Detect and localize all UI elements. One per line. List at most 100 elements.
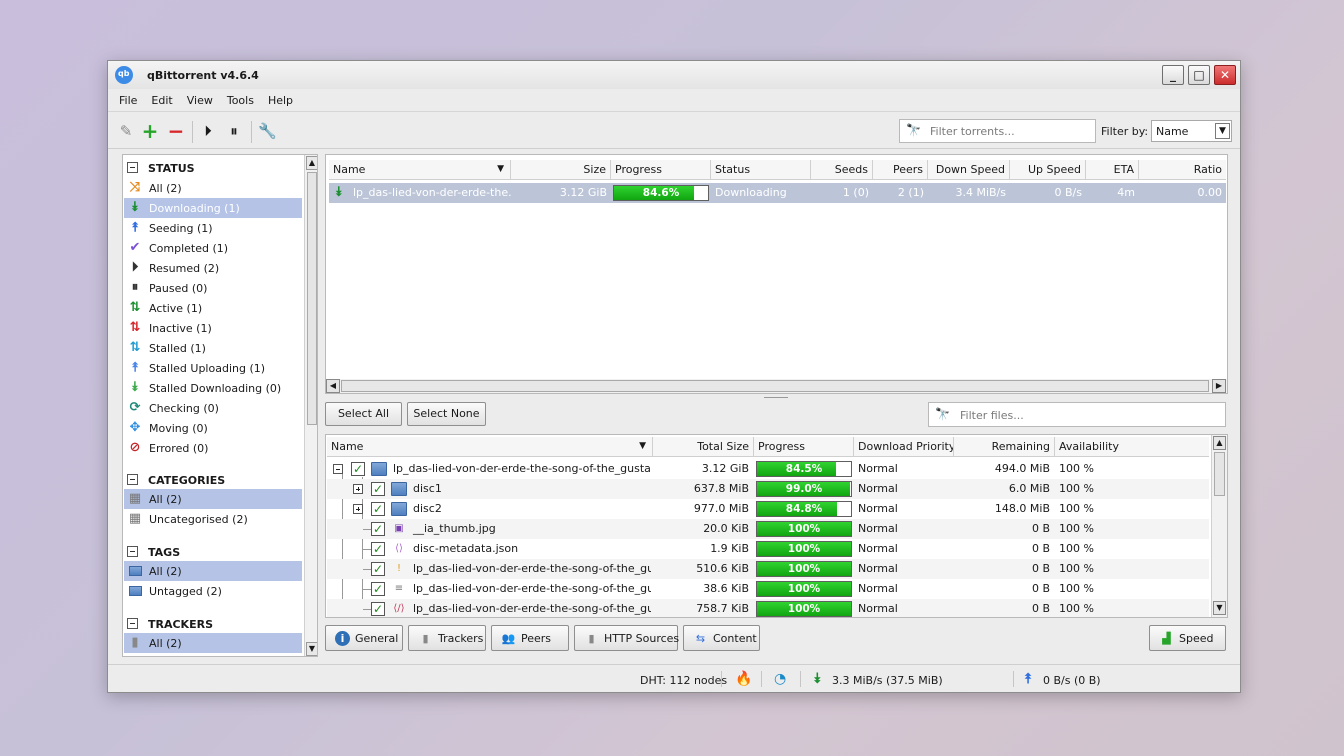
file-tree-row[interactable]: ✓ ⟨⟩ disc-metadata.json 1.9 KiB 100% Normal 0 … <box>327 539 1209 559</box>
scroll-up-icon[interactable]: ▲ <box>306 156 317 170</box>
filter-by-select[interactable]: Name ▼ <box>1151 120 1232 142</box>
select-all-button[interactable]: Select All <box>325 402 402 426</box>
sidebar-status-item[interactable]: ⏸ Paused (0) <box>124 278 302 298</box>
column-header-progress[interactable]: Progress <box>611 160 711 180</box>
file-priority[interactable]: Normal <box>855 599 953 617</box>
column-header-down-speed[interactable]: Down Speed <box>928 160 1010 180</box>
tab-content[interactable]: ⇆ Content <box>683 625 760 651</box>
tab-peers[interactable]: 👥 Peers <box>491 625 569 651</box>
scroll-up-icon[interactable]: ▲ <box>1213 436 1226 450</box>
file-priority[interactable]: Normal <box>855 499 953 519</box>
menu-edit[interactable]: Edit <box>151 94 172 107</box>
column-header-size[interactable]: Size <box>511 160 611 180</box>
tracker-item-all[interactable]: ▮ All (2) <box>124 633 302 653</box>
tab-trackers[interactable]: ▮ Trackers <box>408 625 486 651</box>
options-wrench-icon[interactable]: 🔧 <box>258 122 277 140</box>
resume-icon[interactable]: ⏵ <box>199 122 217 140</box>
minimize-button[interactable]: _ <box>1162 65 1184 85</box>
menu-file[interactable]: File <box>119 94 137 107</box>
categories-section-header[interactable]: CATEGORIES <box>123 470 303 490</box>
remove-torrent-icon[interactable]: − <box>167 121 185 141</box>
scroll-left-icon[interactable]: ◀ <box>326 379 340 393</box>
column-header-remaining[interactable]: Remaining <box>954 437 1055 457</box>
sidebar-status-item[interactable]: ⏵ Resumed (2) <box>124 258 302 278</box>
sidebar-status-item[interactable]: ✔ Completed (1) <box>124 238 302 258</box>
column-header-priority[interactable]: Download Priority <box>854 437 954 457</box>
file-checkbox[interactable]: ✓ <box>371 522 385 536</box>
file-tree-row[interactable]: ✓ disc2 977.0 MiB 84.8% Normal 148.0 MiB 100 % <box>327 499 1209 519</box>
scroll-down-icon[interactable]: ▼ <box>1213 601 1226 615</box>
column-header-name[interactable]: Name ▼ <box>329 160 511 180</box>
scroll-down-icon[interactable]: ▼ <box>306 642 317 656</box>
torrent-filter-input[interactable]: 🔭 Filter torrents... <box>899 119 1096 143</box>
file-checkbox[interactable]: ✓ <box>371 542 385 556</box>
expand-icon[interactable] <box>353 484 363 494</box>
scrollbar-thumb[interactable] <box>307 172 317 425</box>
column-header-progress[interactable]: Progress <box>754 437 854 457</box>
file-priority[interactable]: Normal <box>855 519 953 539</box>
column-header-name[interactable]: Name ▼ <box>327 437 653 457</box>
add-link-icon[interactable]: ✎ <box>117 122 135 140</box>
column-header-availability[interactable]: Availability <box>1055 437 1209 457</box>
tag-item-all[interactable]: All (2) <box>124 561 302 581</box>
scrollbar-thumb[interactable] <box>1214 452 1225 496</box>
torrent-row[interactable]: ⯯ lp_das-lied-von-der-erde-the... 3.12 G… <box>329 183 1226 203</box>
sidebar-status-item[interactable]: ⇅ Stalled (1) <box>124 338 302 358</box>
column-header-eta[interactable]: ETA <box>1086 160 1139 180</box>
scroll-right-icon[interactable]: ▶ <box>1212 379 1226 393</box>
pane-splitter-handle[interactable] <box>764 397 788 399</box>
file-checkbox[interactable]: ✓ <box>371 562 385 576</box>
menu-tools[interactable]: Tools <box>227 94 254 107</box>
alt-speed-limits-icon[interactable]: ◔ <box>774 671 786 687</box>
collapse-icon[interactable] <box>333 464 343 474</box>
maximize-button[interactable]: □ <box>1188 65 1210 85</box>
sidebar-status-item[interactable]: ✥ Moving (0) <box>124 418 302 438</box>
title-bar[interactable]: qBittorrent v4.6.4 _ □ ✕ <box>108 61 1240 89</box>
tab-general[interactable]: i General <box>325 625 403 651</box>
file-tree-vscrollbar[interactable]: ▲ ▼ <box>1211 435 1227 617</box>
category-item-uncategorised[interactable]: ▦ Uncategorised (2) <box>124 509 302 529</box>
file-filter-input[interactable]: 🔭 Filter files... <box>928 402 1226 427</box>
menu-help[interactable]: Help <box>268 94 293 107</box>
file-priority[interactable]: Normal <box>855 479 953 499</box>
category-item-all[interactable]: ▦ All (2) <box>124 489 302 509</box>
tag-item-untagged[interactable]: Untagged (2) <box>124 581 302 601</box>
file-priority[interactable]: Normal <box>855 459 953 479</box>
file-priority[interactable]: Normal <box>855 539 953 559</box>
file-checkbox[interactable]: ✓ <box>371 502 385 516</box>
file-priority[interactable]: Normal <box>855 559 953 579</box>
sidebar-status-item[interactable]: ⤨ All (2) <box>124 178 302 198</box>
pause-icon[interactable]: ⏸ <box>225 122 243 140</box>
column-header-peers[interactable]: Peers <box>873 160 928 180</box>
file-tree-row[interactable]: ✓ lp_das-lied-von-der-erde-the-song-of-th… <box>327 459 1209 479</box>
sidebar-status-item[interactable]: ⊘ Errored (0) <box>124 438 302 458</box>
sidebar-status-item[interactable]: ⇅ Inactive (1) <box>124 318 302 338</box>
file-checkbox[interactable]: ✓ <box>371 582 385 596</box>
expand-icon[interactable] <box>353 504 363 514</box>
file-tree-row[interactable]: ✓ disc1 637.8 MiB 99.0% Normal 6.0 MiB 100 % <box>327 479 1209 499</box>
status-section-header[interactable]: STATUS <box>123 158 303 178</box>
menu-view[interactable]: View <box>187 94 213 107</box>
sidebar-status-item[interactable]: ⯭ Seeding (1) <box>124 218 302 238</box>
file-tree-row[interactable]: ✓ ▣ __ia_thumb.jpg 20.0 KiB 100% Normal 0 B 100… <box>327 519 1209 539</box>
sidebar-status-item[interactable]: ⯭ Stalled Uploading (1) <box>124 358 302 378</box>
tab-http-sources[interactable]: ▮ HTTP Sources <box>574 625 679 651</box>
column-header-status[interactable]: Status <box>711 160 811 180</box>
file-checkbox[interactable]: ✓ <box>371 482 385 496</box>
tab-speed[interactable]: ▟ Speed <box>1149 625 1226 651</box>
select-none-button[interactable]: Select None <box>407 402 486 426</box>
add-torrent-icon[interactable]: + <box>141 121 159 141</box>
column-header-up-speed[interactable]: Up Speed <box>1010 160 1086 180</box>
upload-speed[interactable]: 0 B/s (0 B) <box>1043 674 1101 687</box>
file-tree-row[interactable]: ✓ ⟨/⟩ lp_das-lied-von-der-erde-the-song-of… <box>327 599 1209 617</box>
file-checkbox[interactable]: ✓ <box>371 602 385 616</box>
file-tree-row[interactable]: ✓ ≡ lp_das-lied-von-der-erde-the-song-of-t… <box>327 579 1209 599</box>
sidebar-status-item[interactable]: ⇅ Active (1) <box>124 298 302 318</box>
close-button[interactable]: ✕ <box>1214 65 1236 85</box>
trackers-section-header[interactable]: TRACKERS <box>123 614 303 634</box>
sidebar-status-item[interactable]: ⟳ Checking (0) <box>124 398 302 418</box>
tags-section-header[interactable]: TAGS <box>123 542 303 562</box>
column-header-ratio[interactable]: Ratio <box>1139 160 1226 180</box>
file-checkbox[interactable]: ✓ <box>351 462 365 476</box>
sidebar-status-item[interactable]: ⯯ Stalled Downloading (0) <box>124 378 302 398</box>
